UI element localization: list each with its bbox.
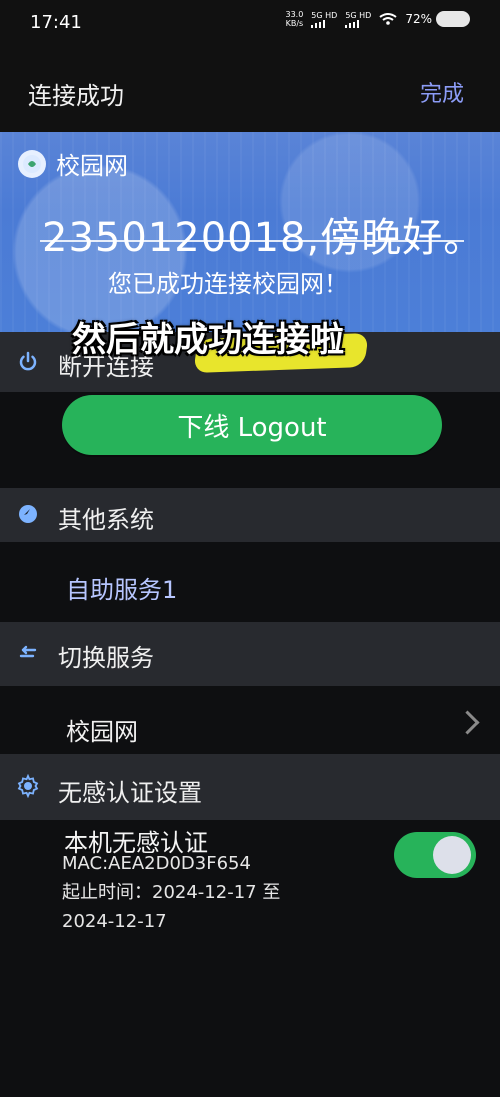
toggle-knob	[433, 836, 471, 874]
signal-2-label: 5G HD	[345, 10, 372, 20]
signal-1-label: 5G HD	[311, 10, 338, 20]
self-service-item[interactable]: 自助服务1	[66, 570, 177, 605]
seamless-auth-toggle[interactable]	[394, 832, 476, 878]
campus-logo-icon	[18, 149, 46, 178]
auth-period-line-2: 2024-12-17	[62, 911, 167, 932]
signal-1-bars	[311, 19, 337, 28]
user-greeting: 2350120018,傍晚好。	[42, 215, 485, 261]
wifi-icon	[379, 13, 397, 25]
logout-button[interactable]: 下线 Logout	[62, 395, 442, 455]
network-name: 校园网	[56, 152, 128, 180]
done-button[interactable]: 完成	[420, 76, 464, 108]
signal-2-bars	[345, 19, 371, 28]
overlay-caption: 然后就成功连接啦	[72, 320, 344, 360]
system-icon	[16, 502, 40, 526]
auth-period: 起止时间：2024-12-17 至 2024-12-17	[62, 878, 322, 936]
seamless-auth-header: 无感认证设置	[0, 754, 500, 820]
connection-message: 您已成功连接校园网！	[108, 270, 348, 298]
signal-1: 5G HD	[311, 11, 337, 28]
mac-address: MAC:AEA2D0D3F654	[62, 853, 251, 874]
gear-icon	[16, 774, 40, 798]
battery-indicator: 72%	[405, 11, 470, 27]
top-bar: 连接成功 完成	[0, 50, 500, 132]
other-systems-label: 其他系统	[58, 506, 154, 534]
status-bar: 17:41 33.0 KB/s 5G HD 5G HD 72%	[0, 0, 500, 50]
signal-2: 5G HD	[345, 11, 371, 28]
switch-icon	[16, 641, 40, 665]
campus-network-item[interactable]: 校园网	[66, 712, 138, 747]
network-speed: 33.0 KB/s	[285, 10, 303, 28]
seamless-auth-label: 无感认证设置	[58, 779, 202, 807]
network-speed-unit: KB/s	[285, 19, 304, 28]
connection-banner: 校园网 2350120018,傍晚好。 您已成功连接校园网！	[0, 132, 500, 332]
status-right-group: 33.0 KB/s 5G HD 5G HD 72%	[285, 10, 470, 28]
network-speed-value: 33.0	[285, 10, 304, 19]
page-title: 连接成功	[28, 82, 124, 110]
auth-period-line-1: 起止时间：2024-12-17 至	[62, 882, 281, 903]
banner-header: 校园网	[18, 146, 128, 181]
banner-divider	[40, 240, 464, 242]
battery-icon	[436, 11, 470, 27]
other-systems-header: 其他系统	[0, 488, 500, 542]
switch-service-label: 切换服务	[58, 644, 154, 672]
power-icon	[16, 350, 40, 374]
status-time: 17:41	[30, 12, 82, 33]
battery-percentage: 72%	[405, 12, 432, 26]
switch-service-header: 切换服务	[0, 622, 500, 686]
